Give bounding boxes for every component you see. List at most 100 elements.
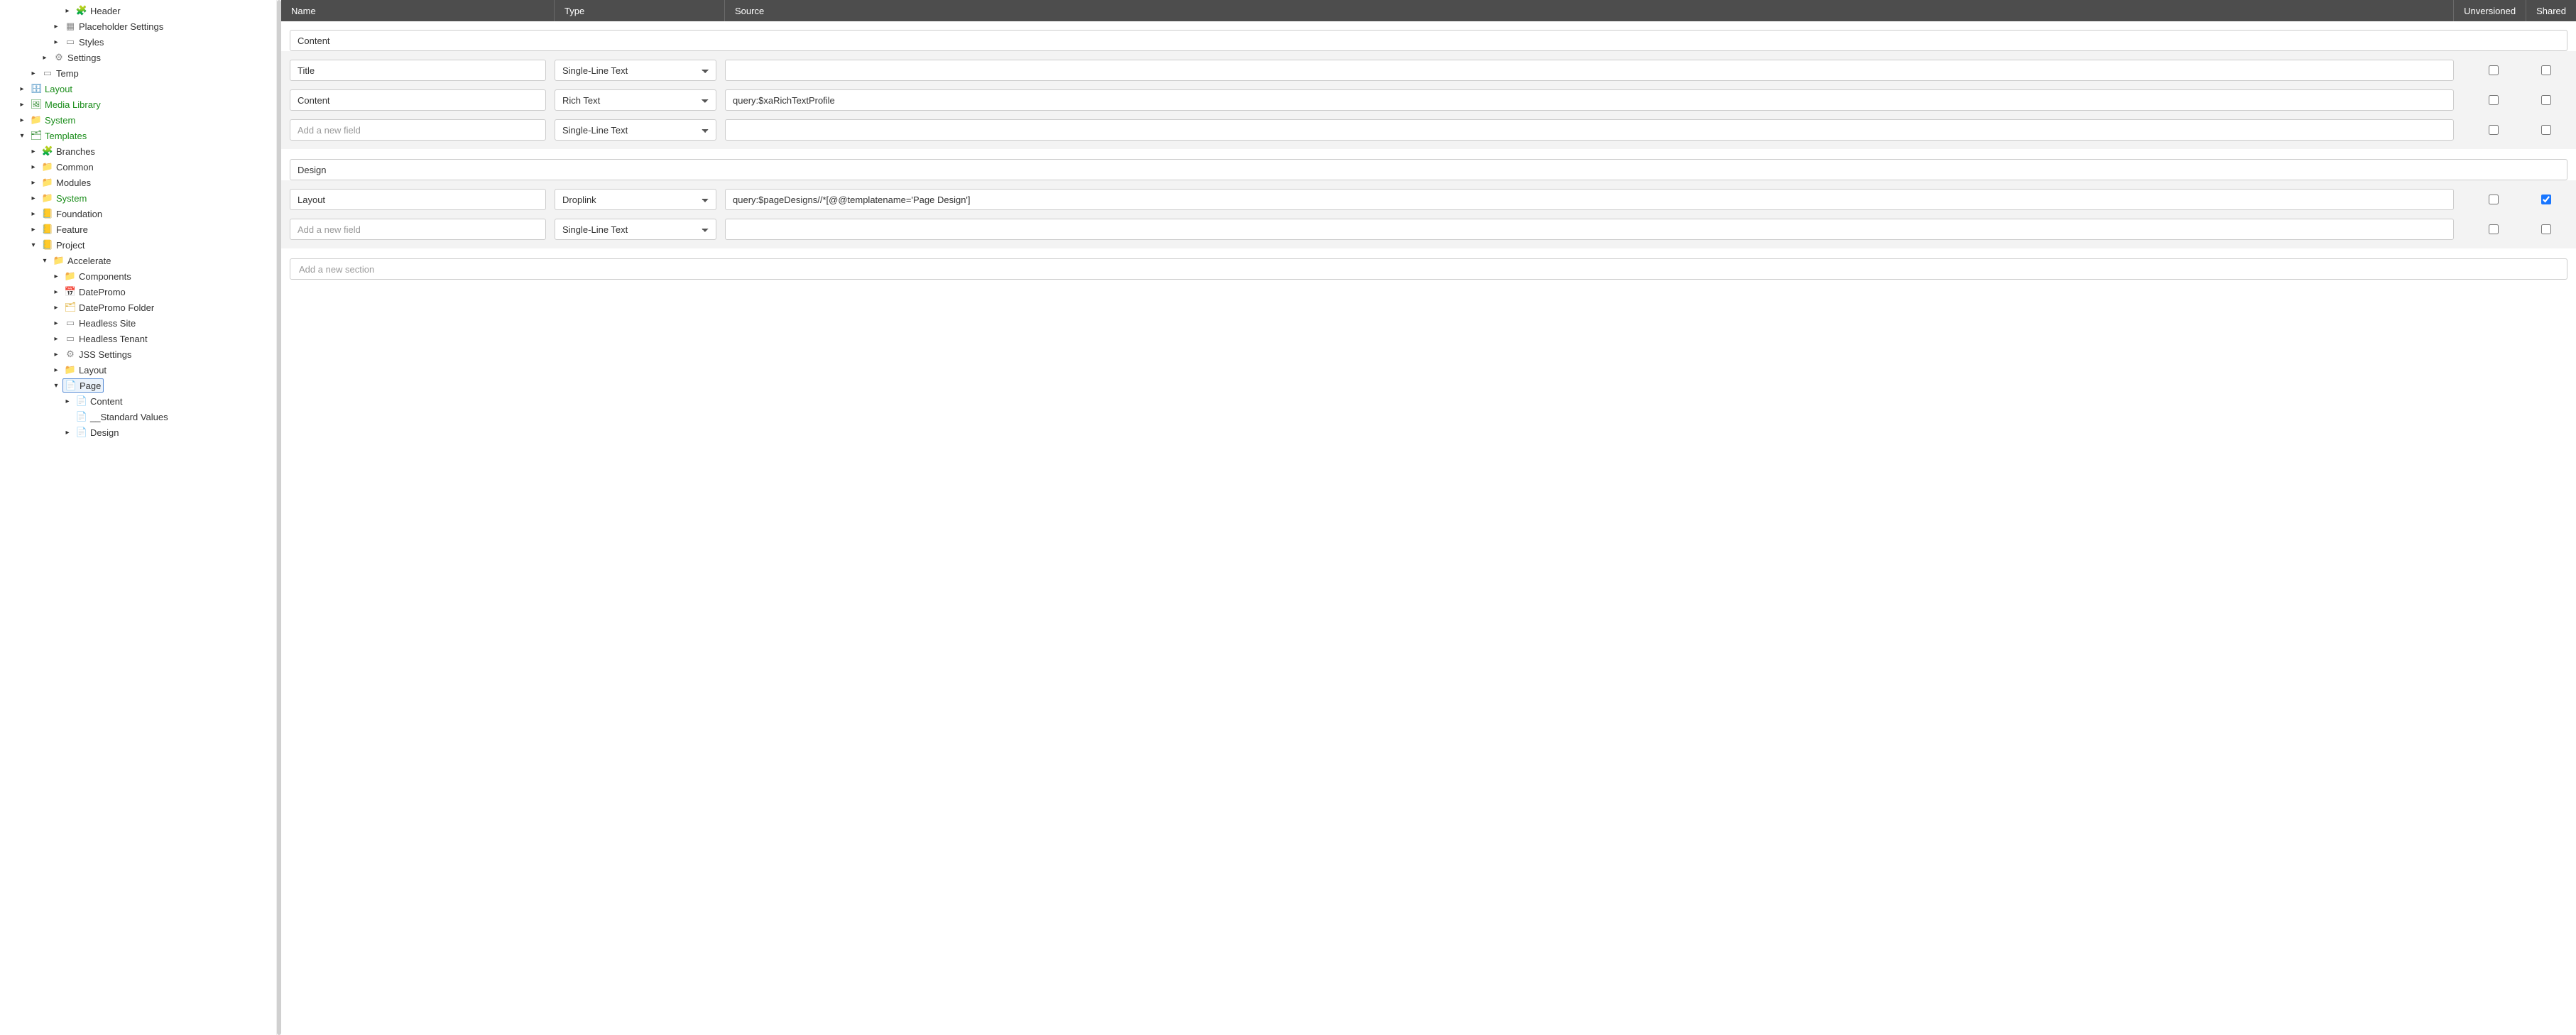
win-icon: ▭ [65, 317, 76, 329]
chevron-right-icon[interactable]: ▸ [53, 319, 60, 327]
chevron-right-icon[interactable]: ▸ [64, 429, 71, 436]
tree-item-temp[interactable]: ▸▭Temp [7, 65, 276, 81]
proj-icon: 📒 [42, 208, 53, 219]
chevron-right-icon[interactable]: ▸ [30, 163, 37, 170]
field-type-select[interactable]: Single-Line TextRich TextDroplink [555, 219, 716, 240]
section-title-input[interactable] [290, 159, 2567, 180]
tree-item-foundation[interactable]: ▸📒Foundation [7, 206, 276, 221]
field-shared-checkbox[interactable] [2541, 95, 2551, 105]
chevron-right-icon[interactable]: ▸ [30, 179, 37, 186]
tree-item-modules[interactable]: ▸ 📁Modules [7, 175, 276, 190]
chevron-right-icon[interactable]: ▸ [30, 148, 37, 155]
chevron-down-icon[interactable]: ▾ [53, 382, 60, 389]
field-shared-checkbox[interactable] [2541, 125, 2551, 135]
tree-item-label: __Standard Values [90, 412, 168, 422]
folder-icon: 📁 [53, 255, 65, 266]
tree-item-headless-site[interactable]: ▸ ▭Headless Site [7, 315, 276, 331]
tree-item-settings[interactable]: ▸⚙Settings [7, 50, 276, 65]
chevron-right-icon[interactable]: ▸ [18, 85, 26, 92]
tree-item-datepromo[interactable]: ▸📅DatePromo [7, 284, 276, 300]
section-title-input[interactable] [290, 30, 2567, 51]
chevron-down-icon[interactable]: ▾ [30, 241, 37, 248]
tree-item-common[interactable]: ▸📁Common [7, 159, 276, 175]
chevron-right-icon[interactable]: ▸ [53, 273, 60, 280]
folder-icon: 📁 [31, 114, 42, 126]
tree-item-system[interactable]: ▸📁System [7, 190, 276, 206]
tree-item-datepromo-folder[interactable]: ▸🗂DatePromo Folder [7, 300, 276, 315]
puzzle-icon: 🧩 [42, 146, 53, 157]
field-type-select[interactable]: Single-Line TextRich TextDroplink [555, 89, 716, 111]
tree-item-system[interactable]: ▸📁System [7, 112, 276, 128]
tree-item-headless-tenant[interactable]: ▸▭Headless Tenant [7, 331, 276, 346]
field-source-input[interactable] [725, 119, 2454, 141]
field-unversioned-checkbox[interactable] [2489, 125, 2499, 135]
field-name-input[interactable] [290, 89, 546, 111]
field-name-input[interactable] [290, 119, 546, 141]
field-unversioned-checkbox[interactable] [2489, 65, 2499, 75]
chevron-right-icon[interactable]: ▸ [53, 38, 60, 45]
chevron-right-icon[interactable]: ▸ [53, 288, 60, 295]
tree-item-label: Placeholder Settings [79, 21, 163, 32]
tree-item-placeholder-settings[interactable]: ▸▦Placeholder Settings [7, 18, 276, 34]
tree-item-design[interactable]: ▸📄Design [7, 425, 276, 440]
tree-item-label: Modules [56, 177, 91, 188]
folder-o-icon: 🗂 [65, 302, 76, 313]
chevron-right-icon[interactable]: ▸ [30, 70, 37, 77]
chevron-right-icon[interactable]: ▸ [41, 54, 48, 61]
field-source-input[interactable] [725, 60, 2454, 81]
tree-item-components[interactable]: ▸📁Components [7, 268, 276, 284]
tree-item-layout[interactable]: ▸🗄Layout [7, 81, 276, 97]
folder-icon: 📁 [42, 177, 53, 188]
field-name-input[interactable] [290, 189, 546, 210]
chevron-down-icon[interactable]: ▾ [41, 257, 48, 264]
field-unversioned-checkbox[interactable] [2489, 195, 2499, 204]
add-section-input[interactable] [290, 258, 2567, 280]
chevron-right-icon[interactable]: ▸ [64, 7, 71, 14]
field-unversioned-checkbox[interactable] [2489, 95, 2499, 105]
chevron-right-icon[interactable]: ▸ [30, 226, 37, 233]
chevron-right-icon[interactable]: ▸ [18, 101, 26, 108]
chevron-right-icon[interactable]: ▸ [64, 398, 71, 405]
tree-item-jss-settings[interactable]: ▸⚙JSS Settings [7, 346, 276, 362]
field-type-select[interactable]: Single-Line TextRich TextDroplink [555, 189, 716, 210]
chevron-right-icon[interactable]: ▸ [53, 304, 60, 311]
chevron-down-icon[interactable]: ▾ [18, 132, 26, 139]
field-type-select[interactable]: Single-Line TextRich TextDroplink [555, 119, 716, 141]
tree-item-feature[interactable]: ▸📒Feature [7, 221, 276, 237]
chevron-right-icon[interactable]: ▸ [53, 366, 60, 373]
field-source-input[interactable] [725, 189, 2454, 210]
tree-item-project[interactable]: ▾📒Project [7, 237, 276, 253]
tree-item-label: Accelerate [67, 256, 111, 266]
field-shared-checkbox[interactable] [2541, 224, 2551, 234]
chevron-right-icon[interactable]: ▸ [18, 116, 26, 124]
tree-item-accelerate[interactable]: ▾ 📁Accelerate [7, 253, 276, 268]
tree-item-page[interactable]: ▾📄Page [7, 378, 276, 393]
field-type-select[interactable]: Single-Line TextRich TextDroplink [555, 60, 716, 81]
field-source-input[interactable] [725, 219, 2454, 240]
doc-icon: 📄 [76, 411, 87, 422]
field-shared-checkbox[interactable] [2541, 65, 2551, 75]
tree-item-label: Layout [45, 84, 72, 94]
tree-item-styles[interactable]: ▸▭Styles [7, 34, 276, 50]
tree-item--standard-values[interactable]: ▸📄__Standard Values [7, 409, 276, 425]
tree-item-label: Common [56, 162, 94, 172]
chevron-right-icon[interactable]: ▸ [30, 195, 37, 202]
proj-icon: 📒 [42, 239, 53, 251]
tree-item-branches[interactable]: ▸🧩Branches [7, 143, 276, 159]
chevron-right-icon[interactable]: ▸ [53, 335, 60, 342]
field-name-input[interactable] [290, 219, 546, 240]
chevron-right-icon[interactable]: ▸ [53, 23, 60, 30]
tree-item-templates[interactable]: ▾🗂Templates [7, 128, 276, 143]
field-source-input[interactable] [725, 89, 2454, 111]
field-unversioned-checkbox[interactable] [2489, 224, 2499, 234]
field-shared-checkbox[interactable] [2541, 195, 2551, 204]
tree-item-label: Styles [79, 37, 104, 48]
tree-item-header[interactable]: ▸🧩Header [7, 3, 276, 18]
tree-item-media-library[interactable]: ▸🖼Media Library [7, 97, 276, 112]
chevron-right-icon[interactable]: ▸ [30, 210, 37, 217]
field-name-input[interactable] [290, 60, 546, 81]
chevron-right-icon[interactable]: ▸ [53, 351, 60, 358]
tree-item-layout[interactable]: ▸📁Layout [7, 362, 276, 378]
tree-item-content[interactable]: ▸📄Content [7, 393, 276, 409]
tree-item-label: Headless Site [79, 318, 136, 329]
